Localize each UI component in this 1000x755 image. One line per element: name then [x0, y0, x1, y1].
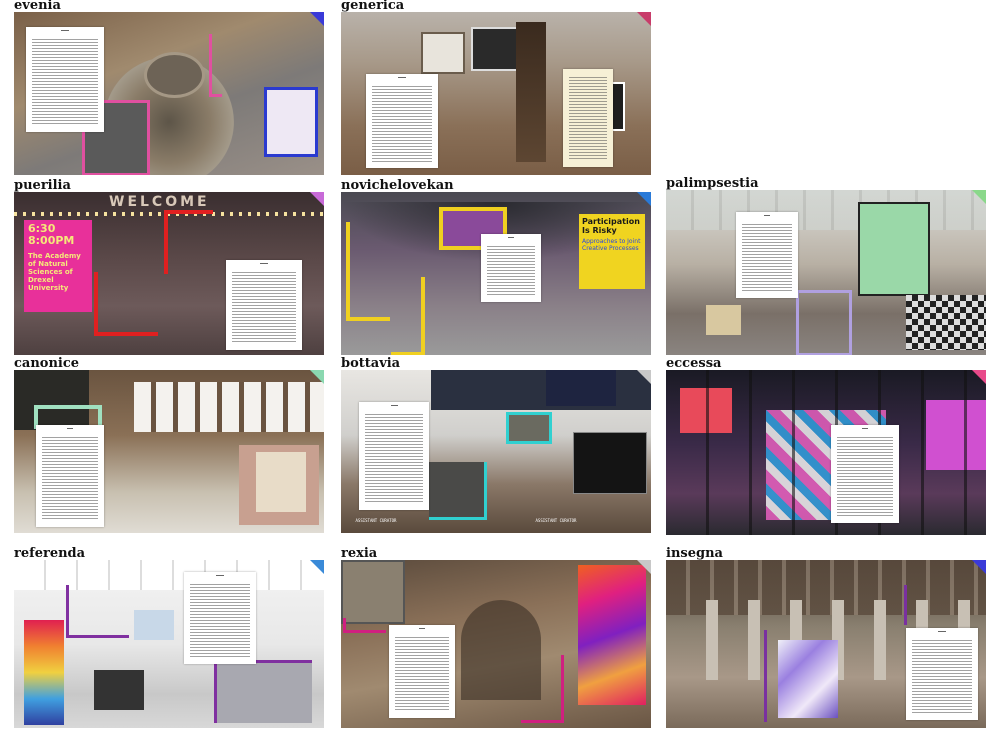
corner-flag-icon — [637, 560, 651, 574]
corner-flag-icon — [310, 370, 324, 384]
tile-title: eccessa — [666, 356, 722, 371]
poster-title: The Academy of Natural Sciences of Drexe… — [28, 252, 81, 292]
corner-flag-icon — [637, 192, 651, 206]
book-poster: Participation Is Risky Approaches to Joi… — [579, 214, 645, 289]
console-label: ASSISTANT CURATOR — [355, 518, 397, 523]
scene-image — [666, 190, 986, 355]
tile-title: novichelovekan — [341, 178, 454, 193]
corner-flag-icon — [972, 370, 986, 384]
document-panel — [226, 260, 302, 350]
event-poster: 6:30 8:00PM The Academy of Natural Scien… — [24, 220, 92, 312]
tile-title: canonice — [14, 356, 80, 371]
scene-image — [666, 560, 986, 728]
corner-flag-icon — [310, 560, 324, 574]
corner-flag-icon — [310, 12, 324, 26]
document-panel — [366, 74, 438, 168]
scene-image — [341, 560, 651, 728]
console-label: ASSISTANT CURATOR — [535, 518, 577, 523]
document-panel — [184, 572, 256, 664]
document-panel — [389, 625, 455, 718]
poster-title: Participation Is Risky — [582, 217, 640, 235]
document-panel — [36, 425, 104, 527]
document-panel — [359, 402, 429, 510]
scene-image: ASSISTANT CURATOR ASSISTANT CURATOR — [341, 370, 651, 533]
poster-time: 6:30 8:00PM — [28, 222, 75, 247]
scene-image: WELCOME 6:30 8:00PM The Academy of Natur… — [14, 192, 324, 355]
tile-title: referenda — [14, 546, 86, 561]
document-panel — [736, 212, 798, 298]
document-panel — [26, 27, 104, 132]
scene-image — [666, 370, 986, 535]
scene-image: Participation Is Risky Approaches to Joi… — [341, 192, 651, 355]
scene-image — [14, 12, 324, 175]
corner-flag-icon — [972, 190, 986, 204]
document-panel — [481, 234, 541, 302]
corner-flag-icon — [310, 192, 324, 206]
tile-title: bottavia — [341, 356, 401, 371]
corner-flag-icon — [637, 370, 651, 384]
tile-title: insegna — [666, 546, 723, 561]
tile-title: rexia — [341, 546, 378, 561]
tile-title: generica — [341, 0, 405, 13]
tile-title: puerilia — [14, 178, 71, 193]
scene-image — [14, 370, 324, 533]
tile-title: evenia — [14, 0, 61, 13]
document-panel — [906, 628, 978, 720]
corner-flag-icon — [972, 560, 986, 574]
document-panel — [831, 425, 899, 523]
welcome-sign: WELCOME — [109, 194, 210, 210]
corner-flag-icon — [637, 12, 651, 26]
tile-title: palimpsestia — [666, 176, 759, 191]
scene-image — [341, 12, 651, 175]
scene-image — [14, 560, 324, 728]
poster-subtitle: Approaches to Joint Creative Processes — [582, 238, 641, 252]
document-panel — [563, 69, 613, 167]
